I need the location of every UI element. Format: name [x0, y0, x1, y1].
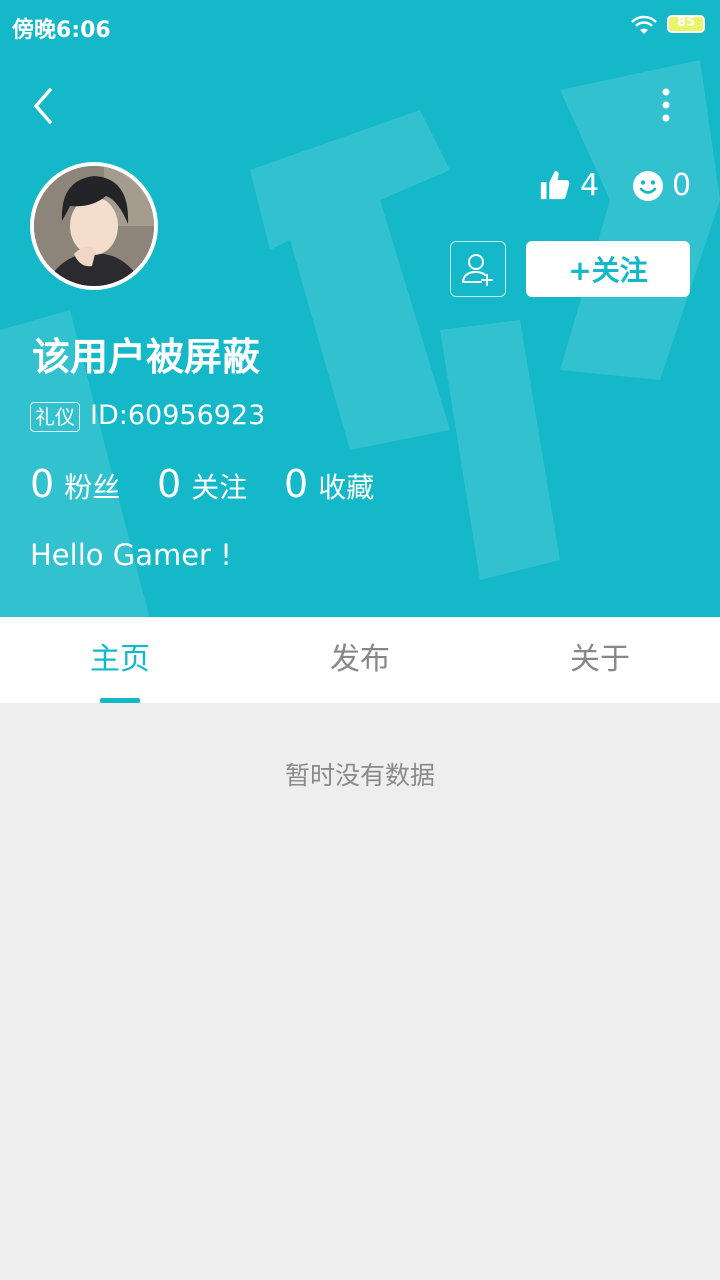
back-arrow-icon[interactable] [28, 86, 64, 126]
thumb-up-icon [540, 170, 570, 200]
tab-about[interactable]: 关于 [480, 617, 720, 703]
user-id: ID:60956923 [90, 400, 266, 431]
tab-bar: 主页 发布 关于 [0, 617, 720, 703]
tab-posts[interactable]: 发布 [240, 617, 480, 703]
add-friend-icon [462, 254, 493, 286]
user-badge: 礼仪 [30, 402, 80, 432]
battery-level: 85 [676, 15, 696, 30]
tab-indicator [100, 698, 140, 703]
avatar[interactable] [30, 162, 158, 290]
following-label: 关注 [191, 471, 248, 504]
favorites-label: 收藏 [318, 471, 375, 504]
smile-count: 0 [672, 168, 692, 203]
add-friend-button[interactable] [450, 241, 506, 297]
following-count[interactable]: 0 关注 [157, 462, 247, 506]
user-bio: Hello Gamer ! [30, 538, 232, 572]
empty-state-text: 暂时没有数据 [284, 761, 435, 790]
favorites-number: 0 [284, 462, 309, 506]
follow-button[interactable]: +关注 [526, 241, 690, 297]
profile-header: 傍晚6:06 85 4 0 +关注 该用户被屏蔽 礼仪 ID:60956923 … [0, 0, 720, 617]
followers-count[interactable]: 0 粉丝 [30, 462, 120, 506]
tab-home[interactable]: 主页 [0, 617, 240, 703]
avatar-image [34, 166, 154, 286]
user-name: 该用户被屏蔽 [32, 335, 261, 379]
smile-icon [633, 171, 663, 201]
battery-icon: 85 [667, 15, 705, 33]
following-number: 0 [157, 462, 182, 506]
wifi-icon [631, 15, 657, 34]
watermark-logo [0, 60, 720, 617]
like-stat[interactable]: 4 [538, 166, 602, 206]
smile-stat[interactable]: 0 [632, 166, 696, 206]
followers-number: 0 [30, 462, 55, 506]
favorites-count[interactable]: 0 收藏 [284, 462, 374, 506]
status-bar: 傍晚6:06 85 [0, 0, 720, 52]
like-count: 4 [580, 168, 600, 203]
more-options-icon[interactable] [650, 86, 682, 126]
followers-label: 粉丝 [64, 471, 121, 504]
status-time: 傍晚6:06 [12, 18, 111, 43]
